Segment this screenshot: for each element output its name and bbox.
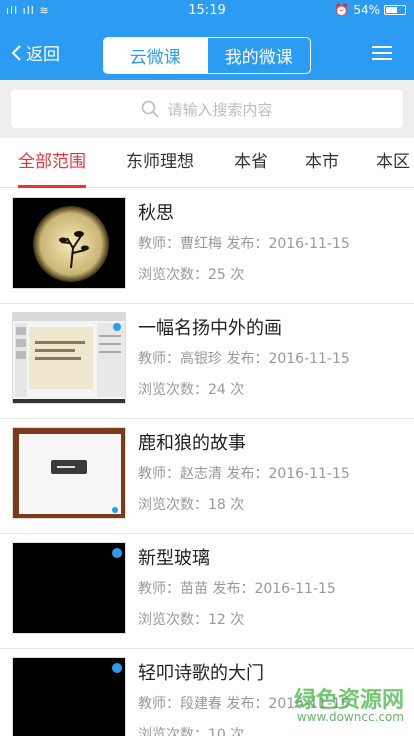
search-placeholder: 请输入搜索内容 (167, 100, 273, 119)
tab-dongshi[interactable]: 东师理想 (126, 138, 194, 188)
course-title: 一幅名扬中外的画 (138, 318, 282, 339)
back-label: 返回 (26, 45, 60, 65)
menu-icon[interactable] (372, 46, 392, 60)
search-input[interactable]: 请输入搜索内容 (11, 90, 403, 128)
course-meta: 教师：高银珍 发布：2016-11-15 (138, 351, 350, 367)
course-thumbnail (12, 197, 126, 289)
list-item[interactable]: 鹿和狼的故事 教师：赵志清 发布：2016-11-15 浏览次数：18 次 (0, 419, 414, 534)
course-meta: 教师：赵志清 发布：2016-11-15 (138, 466, 350, 482)
watermark-url: www.downcc.com (296, 710, 404, 724)
status-right: ⏰ 54% (334, 3, 406, 17)
tab-city[interactable]: 本市 (305, 138, 339, 188)
course-thumbnail (12, 312, 126, 404)
course-title: 新型玻璃 (138, 548, 210, 569)
course-meta: 教师：曹红梅 发布：2016-11-15 (138, 236, 350, 252)
course-views: 浏览次数：24 次 (138, 382, 245, 398)
filter-tabs: 全部范围 东师理想 本省 本市 本区 (0, 138, 414, 188)
list-item[interactable]: 秋思 教师：曹红梅 发布：2016-11-15 浏览次数：25 次 (0, 189, 414, 304)
back-button[interactable]: 返回 (10, 40, 60, 65)
battery-icon (384, 5, 406, 15)
course-meta: 教师：苗苗 发布：2016-11-15 (138, 581, 336, 597)
course-views: 浏览次数：18 次 (138, 497, 245, 513)
tab-district[interactable]: 本区 (376, 138, 410, 188)
status-bar: ıll ıll ≋ 15:19 ⏰ 54% (0, 0, 414, 22)
course-title: 鹿和狼的故事 (138, 433, 246, 454)
course-thumbnail (12, 657, 126, 736)
course-views: 浏览次数：12 次 (138, 612, 245, 628)
site-watermark: 绿色资源网 www.downcc.com (270, 682, 410, 732)
chevron-left-icon (11, 44, 21, 61)
course-title: 轻叩诗歌的大门 (138, 663, 264, 684)
tab-my-courses[interactable]: 我的微课 (206, 38, 311, 73)
search-area: 请输入搜索内容 (0, 80, 414, 138)
list-item[interactable]: 一幅名扬中外的画 教师：高银珍 发布：2016-11-15 浏览次数：24 次 (0, 304, 414, 419)
list-item[interactable]: 新型玻璃 教师：苗苗 发布：2016-11-15 浏览次数：12 次 (0, 534, 414, 649)
course-title: 秋思 (138, 203, 174, 224)
course-thumbnail (12, 427, 126, 519)
nav-bar: 返回 云微课 我的微课 (0, 22, 414, 80)
tab-all[interactable]: 全部范围 (18, 138, 86, 188)
segmented-control: 云微课 我的微课 (103, 37, 311, 74)
course-views: 浏览次数：25 次 (138, 267, 245, 283)
course-views: 浏览次数：10 次 (138, 727, 245, 736)
search-icon (142, 100, 160, 118)
tab-province[interactable]: 本省 (234, 138, 268, 188)
tab-cloud-courses[interactable]: 云微课 (104, 38, 207, 73)
course-thumbnail (12, 542, 126, 634)
alarm-icon: ⏰ (334, 3, 350, 17)
battery-percent: 54% (353, 3, 380, 17)
